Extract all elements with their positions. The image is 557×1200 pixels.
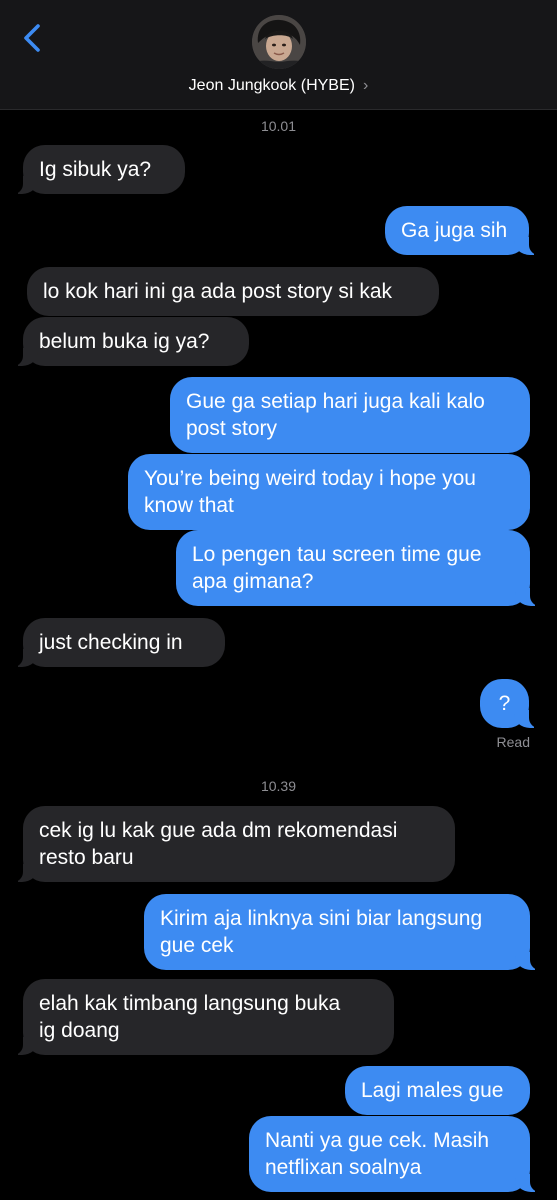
message-bubble-outgoing[interactable]: Ga juga sih — [385, 206, 555, 255]
message-text-line: netflixan soalnya — [265, 1156, 422, 1179]
chevron-right-icon: › — [362, 77, 369, 94]
back-chevron-icon[interactable] — [14, 20, 50, 56]
message-text-line: Nanti ya gue cek. Masih — [265, 1129, 490, 1152]
contact-avatar[interactable] — [252, 15, 306, 69]
message-text-line: ig doang — [39, 1019, 120, 1042]
message-text: ? — [498, 692, 511, 715]
contact-name-button[interactable]: Jeon Jungkook (HYBE) › — [0, 75, 557, 97]
message-bubble-outgoing[interactable]: Gue ga setiap hari juga kali kalo post s… — [170, 377, 530, 453]
message-text: belum buka ig ya? — [39, 330, 210, 353]
message-text-line: You’re being weird today i hope you — [144, 467, 476, 490]
message-bubble-incoming[interactable]: Ig sibuk ya? — [0, 145, 185, 194]
message-text-line: cek ig lu kak gue ada dm rekomendasi — [39, 819, 398, 842]
message-bubble-incoming[interactable]: cek ig lu kak gue ada dm rekomendasi res… — [0, 806, 455, 882]
message-text: just checking in — [39, 631, 183, 654]
message-bubble-outgoing[interactable]: Kirim aja linknya sini biar langsung gue… — [144, 894, 556, 970]
message-text-line: resto baru — [39, 846, 134, 869]
message-text-line: Lo pengen tau screen time gue — [192, 543, 482, 566]
message-text: Lagi males gue — [361, 1079, 504, 1102]
message-bubble-outgoing[interactable]: ? — [480, 679, 555, 728]
message-text-line: gue cek — [160, 934, 234, 957]
message-text: lo kok hari ini ga ada post story si kak — [43, 280, 393, 303]
message-text: Ga juga sih — [401, 219, 508, 242]
message-bubble-outgoing[interactable]: You’re being weird today i hope you know… — [128, 454, 530, 530]
message-bubble-incoming[interactable]: lo kok hari ini ga ada post story si kak — [27, 267, 439, 316]
message-bubble-outgoing[interactable]: Lo pengen tau screen time gue apa gimana… — [176, 530, 556, 606]
message-bubble-outgoing[interactable]: Lagi males gue — [345, 1066, 530, 1115]
contact-name: Jeon Jungkook (HYBE) — [188, 77, 355, 94]
message-text-line: apa gimana? — [192, 570, 314, 593]
timestamp: 10.39 — [260, 778, 297, 794]
message-text-line: Gue ga setiap hari juga kali kalo — [186, 390, 485, 413]
timestamp: 10.01 — [260, 118, 297, 134]
read-receipt: Read — [496, 734, 530, 750]
conversation-header: Jeon Jungkook (HYBE) › — [0, 0, 557, 110]
message-text: Ig sibuk ya? — [39, 158, 152, 181]
message-bubble-incoming[interactable]: belum buka ig ya? — [0, 317, 249, 366]
message-bubble-incoming[interactable]: elah kak timbang langsung buka ig doang — [0, 979, 394, 1055]
message-text-line: know that — [144, 494, 234, 517]
message-bubble-incoming[interactable]: just checking in — [0, 618, 225, 667]
message-text-line: post story — [186, 417, 278, 440]
message-text-line: Kirim aja linknya sini biar langsung — [160, 907, 483, 930]
message-text-line: elah kak timbang langsung buka — [39, 992, 341, 1015]
message-bubble-outgoing[interactable]: Nanti ya gue cek. Masih netflixan soalny… — [249, 1116, 556, 1192]
